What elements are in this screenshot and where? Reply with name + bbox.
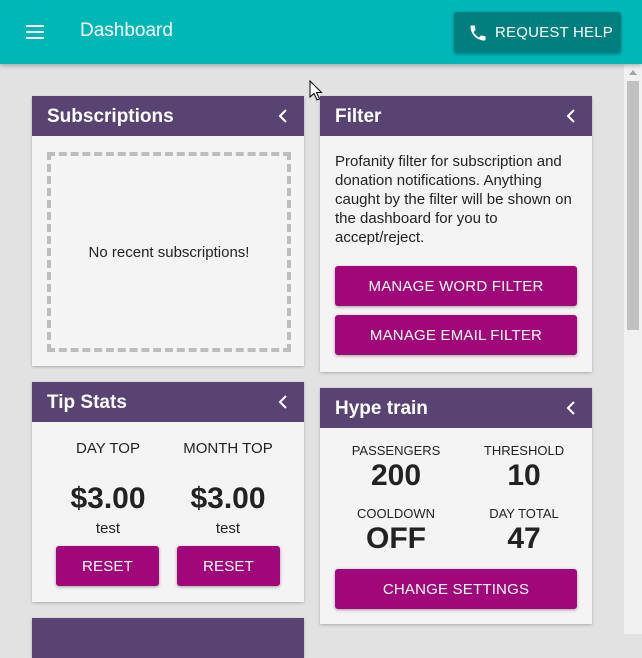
scrollbar-thumb[interactable] xyxy=(627,81,639,330)
day-top-amount: $3.00 xyxy=(70,482,146,515)
month-top-reset-button[interactable]: RESET xyxy=(177,546,280,586)
hype-train-title: Hype train xyxy=(335,398,428,419)
next-panel-partial xyxy=(32,618,304,658)
tip-stats-title: Tip Stats xyxy=(47,392,127,413)
tip-stats-panel: Tip Stats DAY TOP MONTH TOP $3.00 $3.00 … xyxy=(32,382,304,602)
threshold-value: 10 xyxy=(507,459,541,492)
day-total-label: DAY TOTAL xyxy=(489,506,559,521)
page-title: Dashboard xyxy=(80,20,173,41)
filter-panel: Filter Profanity filter for subscription… xyxy=(320,96,592,372)
manage-email-filter-label: MANAGE EMAIL FILTER xyxy=(369,326,543,344)
day-total-value: 47 xyxy=(507,522,541,555)
day-top-name: test xyxy=(95,520,121,537)
scroll-up-arrow-icon[interactable] xyxy=(629,70,637,75)
manage-word-filter-button[interactable]: MANAGE WORD FILTER xyxy=(335,266,577,306)
passengers-value: 200 xyxy=(370,459,422,492)
manage-email-filter-button[interactable]: MANAGE EMAIL FILTER xyxy=(335,315,577,355)
vertical-scrollbar[interactable] xyxy=(624,64,642,634)
passengers-label: PASSENGERS xyxy=(351,443,441,458)
change-settings-label: CHANGE SETTINGS xyxy=(382,580,530,598)
request-help-label: REQUEST HELP xyxy=(495,24,613,41)
month-top-label: MONTH TOP xyxy=(183,440,273,457)
panel-header: Tip Stats xyxy=(32,382,304,422)
hamburger-menu-icon[interactable] xyxy=(22,20,48,44)
panel-header: Hype train xyxy=(320,388,592,428)
hype-train-panel: Hype train PASSENGERS THRESHOLD 200 10 C… xyxy=(320,388,592,624)
panel-header: Filter xyxy=(320,96,592,136)
month-top-amount: $3.00 xyxy=(190,482,266,515)
filter-title: Filter xyxy=(335,106,382,127)
top-app-bar: Dashboard REQUEST HELP xyxy=(0,0,642,64)
panel-header: Subscriptions xyxy=(32,96,304,136)
subscriptions-empty-text: No recent subscriptions! xyxy=(88,243,250,261)
subscriptions-title: Subscriptions xyxy=(47,106,174,127)
subscriptions-panel: Subscriptions No recent subscriptions! xyxy=(32,96,304,366)
day-top-reset-label: RESET xyxy=(81,557,133,575)
cooldown-label: COOLDOWN xyxy=(357,506,435,521)
month-top-name: test xyxy=(215,520,241,537)
request-help-button[interactable]: REQUEST HELP xyxy=(454,12,621,53)
phone-icon xyxy=(470,25,486,41)
chevron-left-icon[interactable] xyxy=(565,109,577,123)
subscriptions-empty-box: No recent subscriptions! xyxy=(47,152,291,352)
filter-description: Profanity filter for subscription and do… xyxy=(335,153,572,246)
mouse-cursor-icon xyxy=(309,80,323,101)
chevron-left-icon[interactable] xyxy=(277,395,289,409)
chevron-left-icon[interactable] xyxy=(277,109,289,123)
panel-header xyxy=(32,618,304,658)
day-top-label: DAY TOP xyxy=(76,440,140,457)
cooldown-value: OFF xyxy=(366,522,426,555)
manage-word-filter-label: MANAGE WORD FILTER xyxy=(368,277,544,295)
chevron-left-icon[interactable] xyxy=(565,401,577,415)
day-top-reset-button[interactable]: RESET xyxy=(56,546,159,586)
change-settings-button[interactable]: CHANGE SETTINGS xyxy=(335,569,577,609)
month-top-reset-label: RESET xyxy=(202,557,254,575)
threshold-label: THRESHOLD xyxy=(483,443,565,458)
